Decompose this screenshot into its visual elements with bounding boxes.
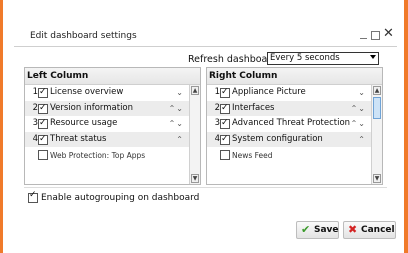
row-checkbox[interactable] (38, 85, 48, 101)
save-button-label: Save (314, 225, 339, 235)
refresh-select[interactable]: Every 5 seconds (267, 52, 379, 65)
list-item[interactable]: 4 System configuration ⌃ (207, 131, 371, 148)
edit-dashboard-dialog: Edit dashboard settings ✕ Refresh dashbo… (14, 26, 397, 239)
dropdown-arrow-icon[interactable] (370, 55, 376, 59)
autogroup-label: Enable autogrouping on dashboard (41, 193, 200, 203)
divider (24, 187, 387, 188)
reorder-arrows-icon[interactable]: ⌃⌄ (169, 101, 184, 117)
list-item[interactable]: 3 Resource usage ⌃⌄ (25, 116, 189, 132)
dialog-titlebar: Edit dashboard settings ✕ (14, 26, 397, 47)
right-column-list: 1 Appliance Picture ⌄ 2 Interfaces ⌃⌄ 3 Advance… (207, 85, 371, 184)
row-label: System configuration (232, 133, 323, 144)
cancel-button[interactable]: ✖ Cancel (343, 221, 396, 239)
reorder-arrows-icon[interactable]: ⌃ (176, 132, 184, 148)
row-label: Web Protection: Top Apps (50, 151, 146, 160)
row-label: Advanced Threat Protection (232, 118, 351, 128)
scroll-down-icon[interactable]: ▼ (191, 174, 199, 183)
maximize-icon[interactable] (371, 31, 380, 40)
reorder-arrows-icon[interactable]: ⌃⌄ (351, 101, 366, 117)
right-accent-bar (404, 0, 408, 253)
list-item[interactable]: 3 Advanced Threat Protection⌃⌄ (207, 116, 371, 132)
row-label: Threat status (50, 133, 107, 144)
row-number: 2 (214, 102, 220, 113)
list-item[interactable]: 2 Interfaces ⌃⌄ (207, 100, 371, 117)
refresh-label: Refresh dashboard (188, 54, 278, 65)
left-column-list: 1 License overview ⌄ 2 Version information ⌃⌄… (25, 85, 189, 184)
right-column-panel: Right Column 1 Appliance Picture ⌄ 2 Interfa… (206, 67, 383, 185)
row-checkbox[interactable] (38, 150, 48, 160)
checkmark-icon: ✔ (301, 223, 311, 236)
list-item[interactable]: News Feed (207, 147, 371, 163)
cancel-button-label: Cancel (361, 225, 395, 235)
row-label: Appliance Picture (232, 87, 306, 97)
row-label: News Feed (232, 151, 273, 160)
reorder-arrows-icon[interactable]: ⌃⌄ (169, 116, 184, 132)
row-checkbox[interactable] (38, 116, 48, 132)
row-checkbox[interactable] (38, 132, 48, 147)
row-checkbox[interactable] (220, 150, 230, 160)
close-icon[interactable]: ✕ (383, 27, 394, 41)
row-number: 2 (32, 102, 38, 113)
row-label: License overview (50, 87, 124, 97)
row-label: Version information (50, 102, 134, 113)
row-checkbox[interactable] (220, 132, 230, 147)
row-number: 3 (214, 118, 220, 128)
list-item[interactable]: 1 Appliance Picture ⌄ (207, 85, 371, 101)
reorder-arrows-icon[interactable]: ⌄ (358, 85, 366, 101)
row-checkbox[interactable] (220, 85, 230, 101)
refresh-select-value: Every 5 seconds (270, 53, 340, 63)
scroll-thumb[interactable] (373, 97, 381, 119)
reorder-arrows-icon[interactable]: ⌃⌄ (351, 116, 366, 132)
autogroup-checkbox[interactable] (28, 190, 38, 203)
save-button[interactable]: ✔ Save (296, 221, 339, 239)
row-number: 1 (214, 87, 220, 97)
row-label: Interfaces (232, 102, 275, 113)
list-item[interactable]: Web Protection: Top Apps (25, 147, 189, 163)
dialog-title: Edit dashboard settings (30, 31, 137, 41)
row-checkbox[interactable] (38, 101, 48, 116)
x-icon: ✖ (348, 223, 358, 236)
row-checkbox[interactable] (220, 116, 230, 132)
row-checkbox[interactable] (220, 101, 230, 116)
reorder-arrows-icon[interactable]: ⌄ (176, 85, 184, 101)
left-column-panel: Left Column 1 License overview ⌄ 2 Version i… (24, 67, 201, 185)
list-item[interactable]: 4 Threat status ⌃ (25, 131, 189, 148)
reorder-arrows-icon[interactable]: ⌃ (358, 132, 366, 148)
list-item[interactable]: 2 Version information ⌃⌄ (25, 100, 189, 117)
right-column-header: Right Column (207, 68, 382, 85)
left-column-scrollbar[interactable]: ▲ ▼ (189, 85, 200, 184)
scroll-up-icon[interactable]: ▲ (191, 86, 199, 95)
left-column-header: Left Column (25, 68, 200, 85)
scroll-up-icon[interactable]: ▲ (373, 86, 381, 95)
right-column-scrollbar[interactable]: ▲ ▼ (371, 85, 382, 184)
row-number: 3 (32, 118, 38, 128)
scroll-down-icon[interactable]: ▼ (373, 174, 381, 183)
left-accent-bar (0, 0, 3, 253)
row-number: 4 (214, 133, 220, 144)
row-number: 4 (32, 133, 38, 144)
row-label: Resource usage (50, 118, 118, 128)
list-item[interactable]: 1 License overview ⌄ (25, 85, 189, 101)
row-number: 1 (32, 87, 38, 97)
minimize-icon[interactable] (360, 38, 367, 39)
